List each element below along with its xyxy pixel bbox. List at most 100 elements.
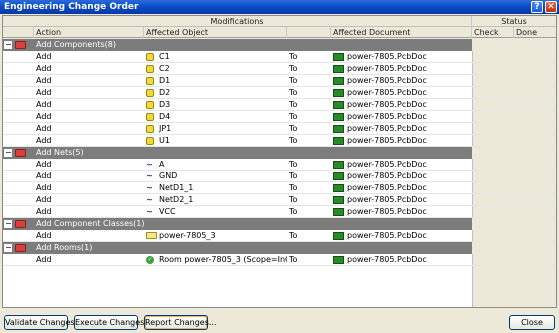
affected-document-cell: power-7805.PcbDoc — [347, 75, 427, 85]
affected-object-cell: NetD1_1 — [159, 183, 194, 193]
net-icon: ∼ — [146, 172, 153, 181]
pcb-document-icon — [333, 160, 344, 169]
action-cell: Add — [36, 231, 52, 241]
header-check[interactable]: Check — [472, 27, 514, 38]
header-action[interactable]: Action — [34, 27, 144, 38]
pcb-document-icon — [333, 208, 344, 217]
collapse-toggle-icon[interactable]: − — [4, 220, 12, 229]
pcb-document-icon — [333, 76, 344, 85]
net-icon: ∼ — [146, 184, 153, 193]
affected-object-cell: D3 — [159, 99, 171, 109]
collapse-toggle-icon[interactable]: − — [4, 244, 12, 253]
pcb-document-icon — [333, 88, 344, 97]
folder-icon — [15, 244, 26, 253]
table-row[interactable]: Add ∼ NetD1_1 To power-7805.PcbDoc — [3, 182, 556, 195]
affected-object-cell: D4 — [159, 111, 171, 121]
table-row[interactable]: Add U1 To power-7805.PcbDoc — [3, 135, 556, 147]
pcb-document-icon — [333, 196, 344, 205]
pcb-document-icon — [333, 124, 344, 133]
group-label: Add Nets(5) — [36, 147, 84, 157]
help-button[interactable]: ? — [531, 1, 543, 13]
title-bar: Engineering Change Order ? ✕ — [0, 0, 559, 14]
affected-object-cell: NetD2_1 — [159, 195, 194, 205]
affected-object-cell: U1 — [159, 135, 170, 145]
collapse-toggle-icon[interactable]: − — [4, 148, 12, 157]
action-cell: Add — [36, 51, 52, 61]
pcb-document-icon — [333, 100, 344, 109]
action-cell: Add — [36, 123, 52, 133]
group-row[interactable]: − Add Nets(5) — [3, 146, 556, 159]
header-expand — [3, 27, 34, 38]
action-cell: Add — [36, 111, 52, 121]
component-icon — [146, 64, 154, 73]
header-status[interactable]: Status — [472, 16, 556, 27]
action-cell: Add — [36, 159, 52, 169]
component-icon — [146, 88, 154, 97]
affected-object-cell: JP1 — [159, 123, 172, 133]
header-affected-document[interactable]: Affected Document — [331, 27, 472, 38]
table-row[interactable]: Add ∼ GND To power-7805.PcbDoc — [3, 170, 556, 183]
table-row[interactable]: Add ∼ NetD2_1 To power-7805.PcbDoc — [3, 194, 556, 207]
to-cell: To — [289, 99, 298, 109]
table-row[interactable]: Add ∼ A To power-7805.PcbDoc — [3, 159, 556, 171]
header-affected-object[interactable]: Affected Object — [144, 27, 287, 38]
report-changes-button[interactable]: Report Changes... — [144, 315, 217, 330]
component-icon — [146, 112, 154, 121]
close-window-button[interactable]: ✕ — [545, 1, 557, 13]
pcb-document-icon — [333, 136, 344, 145]
component-icon — [146, 124, 154, 133]
affected-object-cell: Room power-7805_3 (Scope=InComponent — [159, 255, 287, 265]
net-icon: ∼ — [146, 196, 153, 205]
action-cell: Add — [36, 195, 52, 205]
close-button[interactable]: Close — [509, 315, 555, 330]
to-cell: To — [289, 171, 298, 181]
to-cell: To — [289, 255, 298, 265]
net-icon: ∼ — [146, 160, 153, 169]
header-row-columns: Action Affected Object Affected Document… — [3, 27, 556, 38]
affected-document-cell: power-7805.PcbDoc — [347, 159, 427, 169]
pcb-document-icon — [333, 184, 344, 193]
table-row[interactable]: Add D4 To power-7805.PcbDoc — [3, 111, 556, 123]
folder-icon — [15, 148, 26, 157]
table-row[interactable]: Add ∼ VCC To power-7805.PcbDoc — [3, 206, 556, 219]
action-cell: Add — [36, 87, 52, 97]
to-cell: To — [289, 75, 298, 85]
group-row[interactable]: − Add Rooms(1) — [3, 242, 556, 255]
component-icon — [146, 52, 154, 61]
to-cell: To — [289, 63, 298, 73]
group-label: Add Component Classes(1) — [36, 219, 145, 229]
to-cell: To — [289, 123, 298, 133]
group-row[interactable]: − Add Components(8) — [3, 39, 556, 51]
group-label: Add Rooms(1) — [36, 243, 93, 253]
action-cell: Add — [36, 207, 52, 217]
validate-changes-button[interactable]: Validate Changes — [4, 315, 75, 330]
affected-document-cell: power-7805.PcbDoc — [347, 123, 427, 133]
execute-changes-button[interactable]: Execute Changes — [74, 315, 144, 330]
table-row[interactable]: Add D1 To power-7805.PcbDoc — [3, 75, 556, 87]
table-row[interactable]: Add D3 To power-7805.PcbDoc — [3, 99, 556, 111]
to-cell: To — [289, 207, 298, 217]
table-row[interactable]: Add D2 To power-7805.PcbDoc — [3, 87, 556, 99]
table-row[interactable]: Add C2 To power-7805.PcbDoc — [3, 63, 556, 75]
table-row[interactable]: Add ✓ Room power-7805_3 (Scope=InComponent… — [3, 254, 556, 267]
to-cell: To — [289, 231, 298, 241]
grid-body: − Add Components(8) Add C1 To power-7805.PcbD… — [3, 39, 556, 307]
group-row[interactable]: − Add Component Classes(1) — [3, 218, 556, 231]
affected-document-cell: power-7805.PcbDoc — [347, 171, 427, 181]
header-row-top: Modifications Status — [3, 16, 556, 27]
folder-icon — [15, 41, 26, 49]
header-done[interactable]: Done — [514, 27, 556, 38]
affected-document-cell: power-7805.PcbDoc — [347, 255, 427, 265]
room-icon: ✓ — [146, 256, 154, 265]
header-modifications[interactable]: Modifications — [3, 16, 472, 27]
header-to[interactable] — [287, 27, 331, 38]
affected-document-cell: power-7805.PcbDoc — [347, 195, 427, 205]
table-row[interactable]: Add power-7805_3 To power-7805.PcbDoc — [3, 230, 556, 243]
action-cell: Add — [36, 99, 52, 109]
pcb-document-icon — [333, 256, 344, 265]
affected-document-cell: power-7805.PcbDoc — [347, 135, 427, 145]
table-row[interactable]: Add C1 To power-7805.PcbDoc — [3, 51, 556, 63]
pcb-document-icon — [333, 52, 344, 61]
collapse-toggle-icon[interactable]: − — [4, 41, 12, 49]
table-row[interactable]: Add JP1 To power-7805.PcbDoc — [3, 123, 556, 135]
